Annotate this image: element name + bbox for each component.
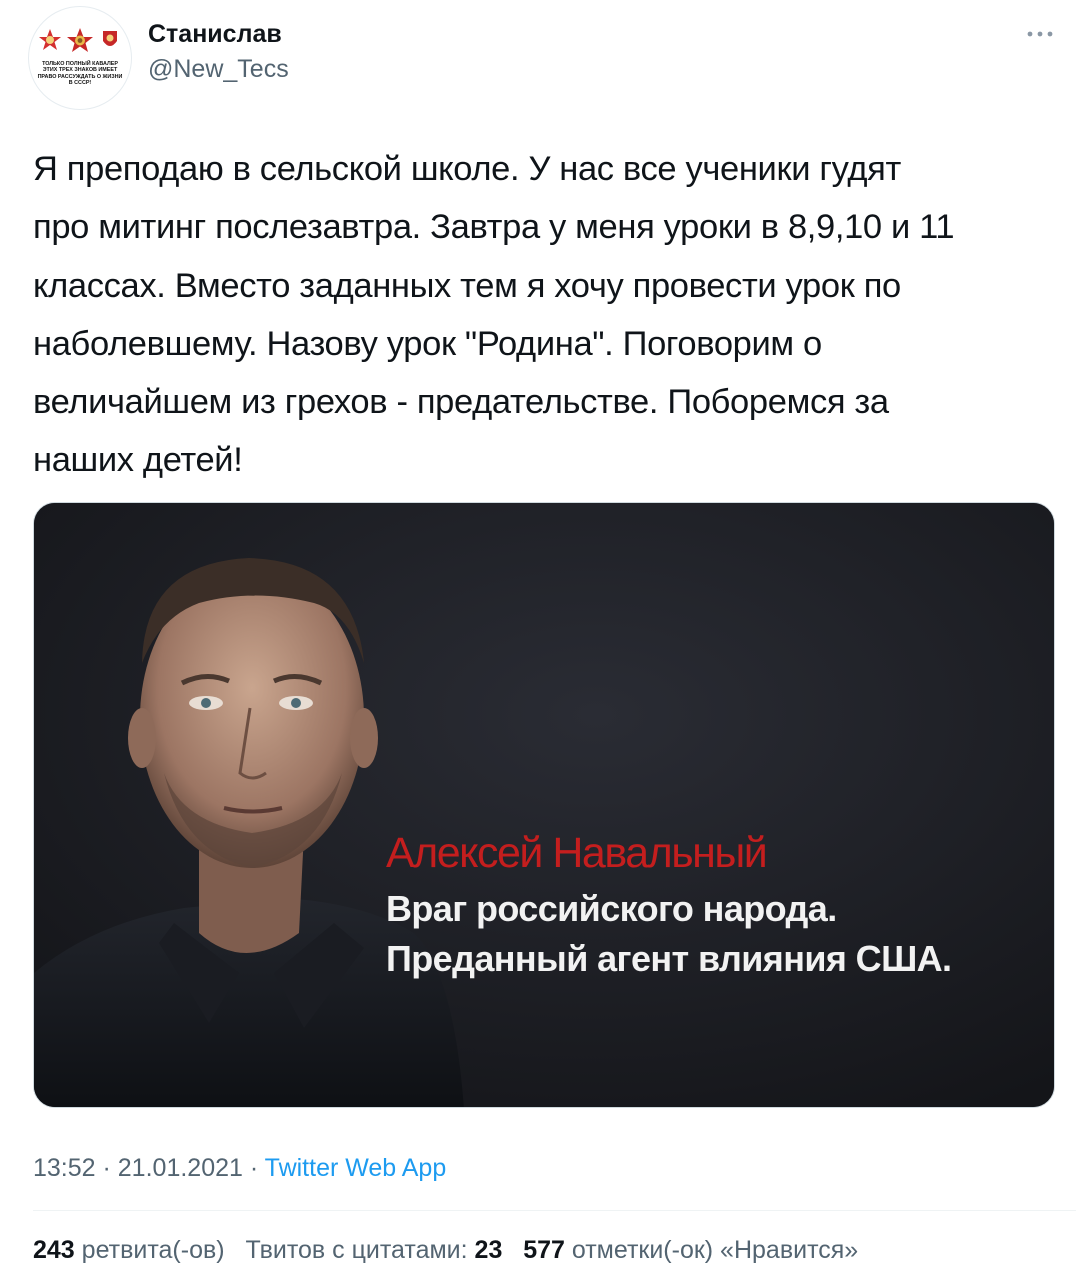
badges-icon — [39, 28, 117, 52]
retweets-label: ретвита(-ов) — [81, 1236, 225, 1264]
media-caption-line-2: Преданный агент влияния США. — [386, 938, 952, 979]
avatar[interactable]: ТОЛЬКО ПОЛНЫЙ КАВАЛЕР ЭТИХ ТРЕХ ЗНАКОВ И… — [28, 6, 132, 110]
quotes-count: 23 — [474, 1236, 503, 1264]
divider — [33, 1210, 1076, 1211]
tweet-time[interactable]: 13:52 — [33, 1154, 96, 1182]
tweet-text: Я преподаю в сельской школе. У нас все у… — [33, 150, 955, 480]
likes-label: отметки(-ок) «Нравится» — [571, 1236, 859, 1264]
retweets-stat[interactable]: 243 ретвита(-ов) — [33, 1236, 225, 1264]
meta-separator: · — [242, 1154, 265, 1182]
quotes-label: Твитов с цитатами: — [245, 1236, 468, 1264]
tweet-meta: 13:52 · 21.01.2021 · Twitter Web App — [33, 1150, 446, 1186]
display-name[interactable]: Станислав — [148, 18, 282, 50]
media-name-text: Алексей Навальный — [386, 829, 768, 877]
media-caption-line-1: Враг российского народа. — [386, 888, 837, 929]
retweets-count: 243 — [33, 1236, 75, 1264]
tweet-detail: ТОЛЬКО ПОЛНЫЙ КАВАЛЕР ЭТИХ ТРЕХ ЗНАКОВ И… — [0, 0, 1076, 1280]
tweet-source-link[interactable]: Twitter Web App — [265, 1154, 447, 1182]
quotes-stat[interactable]: Твитов с цитатами: 23 — [245, 1236, 502, 1264]
more-horizontal-icon[interactable] — [1024, 22, 1056, 46]
tweet-stats: 243 ретвита(-ов) Твитов с цитатами: 23 5… — [33, 1232, 858, 1268]
portrait-photo — [34, 503, 1054, 1107]
likes-count: 577 — [523, 1236, 565, 1264]
likes-stat[interactable]: 577 отметки(-ок) «Нравится» — [523, 1236, 858, 1264]
meta-separator: · — [95, 1154, 118, 1182]
avatar-caption: ТОЛЬКО ПОЛНЫЙ КАВАЛЕР ЭТИХ ТРЕХ ЗНАКОВ И… — [37, 61, 123, 87]
user-handle[interactable]: @New_Tecs — [148, 53, 289, 85]
tweet-date[interactable]: 21.01.2021 — [118, 1154, 243, 1182]
tweet-media-image[interactable]: Алексей Навальный Враг российского народ… — [33, 502, 1055, 1108]
